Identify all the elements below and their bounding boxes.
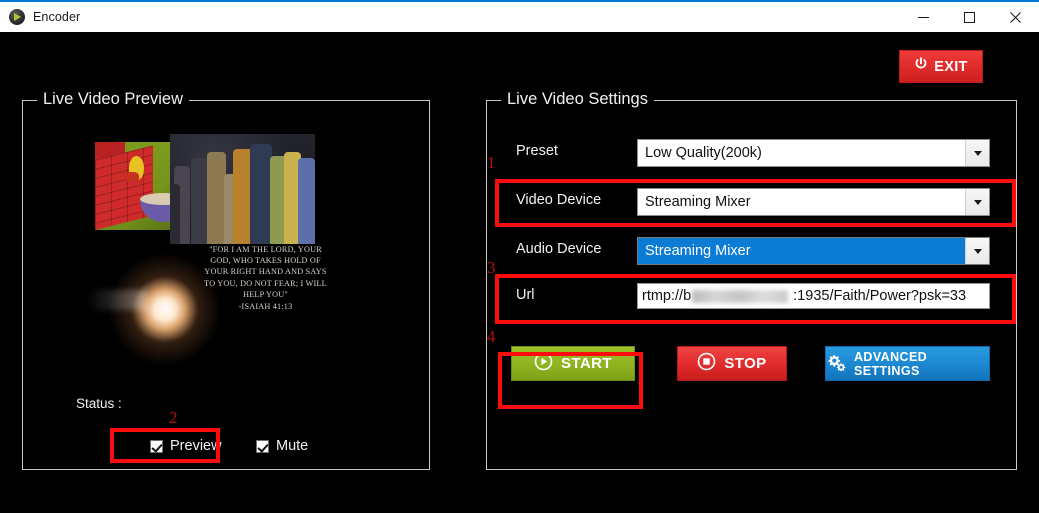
close-button[interactable] (992, 2, 1038, 32)
url-input[interactable]: rtmp://b :1935/Faith/Power?psk=33 (637, 283, 990, 309)
url-row: Url rtmp://b :1935/Faith/Power?psk=33 (487, 283, 1018, 311)
url-label: Url (516, 287, 535, 303)
title-bar: Encoder (0, 0, 1039, 32)
checkbox-check-icon (256, 439, 269, 453)
checkbox-check-icon (150, 439, 163, 453)
chevron-down-icon[interactable] (965, 140, 989, 166)
advanced-settings-button-label: ADVANCED SETTINGS (854, 349, 928, 378)
chevron-down-icon[interactable] (965, 238, 989, 264)
preview-verse-text: "FOR I AM THE LORD, YOUR GOD, WHO TAKES … (198, 244, 333, 312)
audio-device-combobox[interactable]: Streaming Mixer (637, 237, 990, 265)
live-video-settings-panel: Live Video Settings Preset Low Quality(2… (486, 90, 1018, 470)
video-device-value: Streaming Mixer (645, 194, 751, 210)
chevron-down-icon[interactable] (965, 189, 989, 215)
audio-device-value: Streaming Mixer (638, 238, 965, 264)
minimize-button[interactable] (900, 2, 946, 32)
audio-device-row: Audio Device Streaming Mixer (487, 237, 1018, 265)
video-preview-surface: "FOR I AM THE LORD, YOUR GOD, WHO TAKES … (70, 134, 335, 384)
stop-circle-icon (697, 352, 716, 375)
url-value-suffix: :1935/Faith/Power?psk=33 (793, 288, 967, 304)
maximize-button[interactable] (946, 2, 992, 32)
preset-label: Preset (516, 143, 558, 159)
preset-row: Preset Low Quality(200k) (487, 139, 1018, 167)
encoder-window: Encoder EXIT Live Video Preview "FOR I A… (0, 0, 1039, 513)
url-value-prefix: rtmp://b (642, 288, 692, 304)
mute-checkbox[interactable]: Mute (256, 438, 308, 454)
power-icon (914, 57, 928, 76)
verse-reference: -ISAIAH 41:13 (238, 302, 293, 312)
advanced-settings-button[interactable]: ADVANCED SETTINGS (825, 346, 990, 381)
mute-checkbox-label: Mute (276, 438, 309, 454)
window-title: Encoder (33, 10, 81, 24)
settings-panel-title: Live Video Settings (501, 90, 654, 109)
video-device-row: Video Device Streaming Mixer (487, 188, 1018, 216)
preview-checkbox[interactable]: Preview (150, 438, 222, 454)
play-circle-icon (534, 352, 553, 375)
start-button-label: START (561, 355, 612, 372)
live-video-preview-panel: Live Video Preview "FOR I AM THE LORD, Y… (22, 90, 430, 470)
gears-icon (826, 354, 846, 374)
audio-device-label: Audio Device (516, 241, 602, 257)
exit-button[interactable]: EXIT (899, 50, 983, 83)
verse-body: "FOR I AM THE LORD, YOUR GOD, WHO TAKES … (204, 245, 327, 299)
stop-button[interactable]: STOP (677, 346, 787, 381)
start-button[interactable]: START (511, 346, 635, 381)
url-redacted-region (692, 289, 789, 303)
video-device-label: Video Device (516, 192, 602, 208)
stop-button-label: STOP (724, 355, 767, 372)
preview-thumbnail-crowd (170, 134, 315, 244)
preview-panel-title: Live Video Preview (37, 90, 190, 109)
preset-value: Low Quality(200k) (645, 145, 762, 161)
exit-button-label: EXIT (934, 58, 968, 75)
play-circle-icon (9, 9, 25, 25)
video-device-combobox[interactable]: Streaming Mixer (637, 188, 990, 216)
status-label: Status : (76, 396, 122, 411)
preview-checkbox-label: Preview (170, 438, 222, 454)
preset-combobox[interactable]: Low Quality(200k) (637, 139, 990, 167)
